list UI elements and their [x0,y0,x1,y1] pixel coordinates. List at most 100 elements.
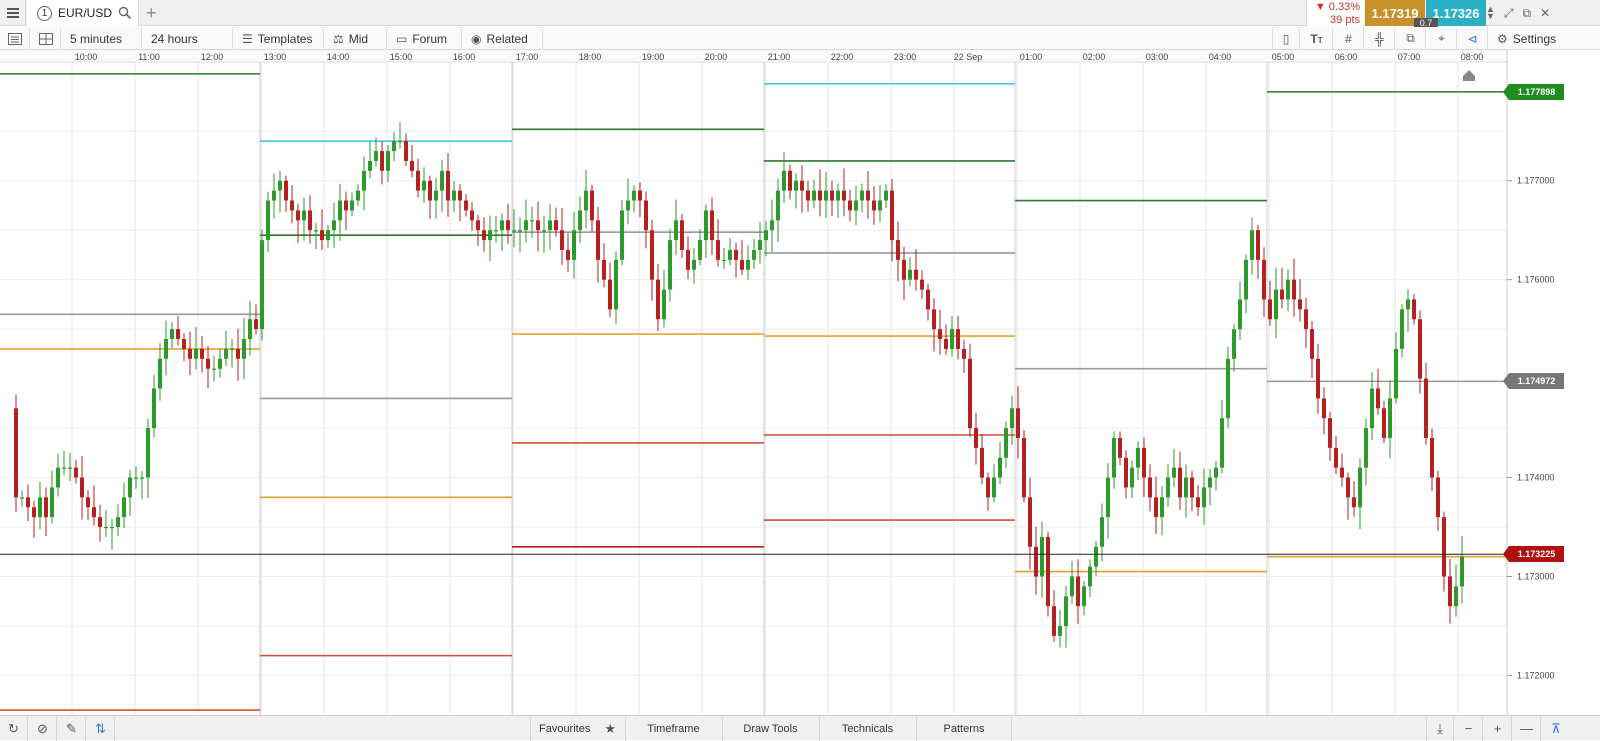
candle-body [140,477,144,479]
candle-body [1400,309,1404,349]
price-mode-button[interactable]: ⚖ Mid [325,27,387,50]
range-selector[interactable]: 24 hours [143,27,233,50]
candle-body [794,180,798,191]
candle-body [1244,259,1248,300]
candle-body [20,497,24,499]
candle-body [302,210,306,221]
balance-icon: ⚖ [333,31,344,46]
candle-body [1262,259,1266,300]
candle-body [986,477,990,498]
chart-toolbar: 5 minutes 24 hours ☰ Templates ⚖ Mid ▭ Foru… [0,27,1600,50]
candle-body [1382,408,1386,438]
candle-body [1076,576,1080,607]
candle-body [992,477,996,498]
x-tick-label: 23:00 [894,52,917,62]
candle-body [812,190,816,201]
x-tick-label: 14:00 [327,52,350,62]
magnet-button[interactable]: ⇅ [87,716,115,741]
candle-body [26,497,30,508]
candle-body [44,497,48,518]
tab-eurusd[interactable]: 1 EUR/USD [27,0,139,26]
candle-body [428,180,432,201]
collapse-panel-button[interactable]: ▯ [1272,27,1300,50]
candle-body [458,190,462,201]
candle-body [1022,437,1026,498]
candle-body [1310,329,1314,359]
candle-body [212,368,216,370]
candle-body [938,329,942,340]
candle-body [668,240,672,290]
zoom-out-button[interactable]: − [1455,716,1483,741]
y-tick-label: 1.177000 [1517,176,1555,186]
candle-body [800,180,804,191]
candle-body [1052,606,1056,636]
clear-button[interactable]: ⊘ [29,716,57,741]
candle-body [1250,230,1254,260]
panel-icon: ▯ [1282,31,1290,46]
crosshair-button[interactable]: ⌖ [1427,27,1457,50]
candle-body [230,348,234,351]
candle-body [110,527,114,529]
candle-body [74,467,78,478]
pencil-button[interactable]: ✎ [58,716,86,741]
price-label-button[interactable]: ⊲ [1458,27,1488,50]
popout-icon[interactable]: ⧉ [1523,6,1532,21]
candle-body [1058,625,1062,636]
y-tick-label: 1.174000 [1517,473,1555,483]
price-change-box: ▼ 0.33% 39 pts [1306,0,1364,29]
x-tick-label: 21:00 [768,52,791,62]
x-tick-label: 05:00 [1272,52,1295,62]
candle-body [1004,428,1008,458]
search-icon[interactable] [118,6,132,20]
candle-body [728,249,732,260]
timeframe-tab[interactable]: Timeframe [625,716,721,741]
technicals-tab[interactable]: Technicals [819,716,915,741]
close-icon[interactable]: ✕ [1540,6,1550,20]
forum-button[interactable]: ▭ Forum [388,27,462,50]
candle-body [824,190,828,201]
settings-button[interactable]: ⚙ Settings [1489,27,1600,50]
expand-icon[interactable]: ⤢ [1504,6,1514,21]
sidebar-toggle-button[interactable] [0,27,30,50]
candle-body [692,259,696,270]
candle-body [806,190,810,201]
crosshair-grid-button[interactable]: # [1334,27,1364,50]
download-button[interactable]: ⤓ [1426,716,1454,741]
price-chart[interactable]: 10:00 11:00 12:00 13:00 14:00 15:00 16:00 17:00… [0,50,1600,715]
favourites-tab[interactable]: Favourites ★ [530,716,624,741]
download-icon: ⤓ [1437,720,1443,736]
text-size-button[interactable]: TT [1301,27,1333,50]
interval-label: 5 minutes [70,31,123,46]
patterns-tab[interactable]: Patterns [916,716,1012,741]
candle-body [596,220,600,260]
x-tick-label: 18:00 [579,52,602,62]
candle-body [974,428,978,448]
chart-canvas[interactable]: 10:00 11:00 12:00 13:00 14:00 15:00 16:00 17:00… [0,50,1600,715]
layout-button[interactable] [31,27,61,50]
templates-button[interactable]: ☰ Templates [234,27,324,50]
candle-body [764,230,768,241]
undo-button[interactable]: ↻ [0,716,28,741]
reset-zoom-button[interactable]: — [1513,716,1541,741]
candle-body [1028,497,1032,547]
candle-body [1448,576,1452,607]
candle-body [830,190,834,201]
bottom-bar: ↻ ⊘ ✎ ⇅ Favourites ★ Timeframe Draw Tools… [0,715,1600,741]
copy-button[interactable]: ⧉ [1396,27,1426,50]
interval-selector[interactable]: 5 minutes [62,27,142,50]
fit-button[interactable]: ⊼ [1542,716,1570,741]
price-mode-label: Mid [348,31,369,46]
timeframe-label: Timeframe [647,722,700,735]
candle-body [410,160,414,171]
change-points: 39 pts [1330,14,1360,26]
zoom-in-button[interactable]: + [1484,716,1512,741]
menu-button[interactable] [0,0,26,26]
copy-icon: ⧉ [1406,31,1415,45]
candle-body [860,190,864,201]
price-tag: 1.177898 [1503,83,1564,100]
add-tab-icon[interactable]: + [146,3,157,24]
indicators-button[interactable]: ╬ [1365,27,1395,50]
draw-tools-tab[interactable]: Draw Tools [722,716,818,741]
candle-body [950,329,954,349]
related-button[interactable]: ◉ Related [463,27,543,50]
